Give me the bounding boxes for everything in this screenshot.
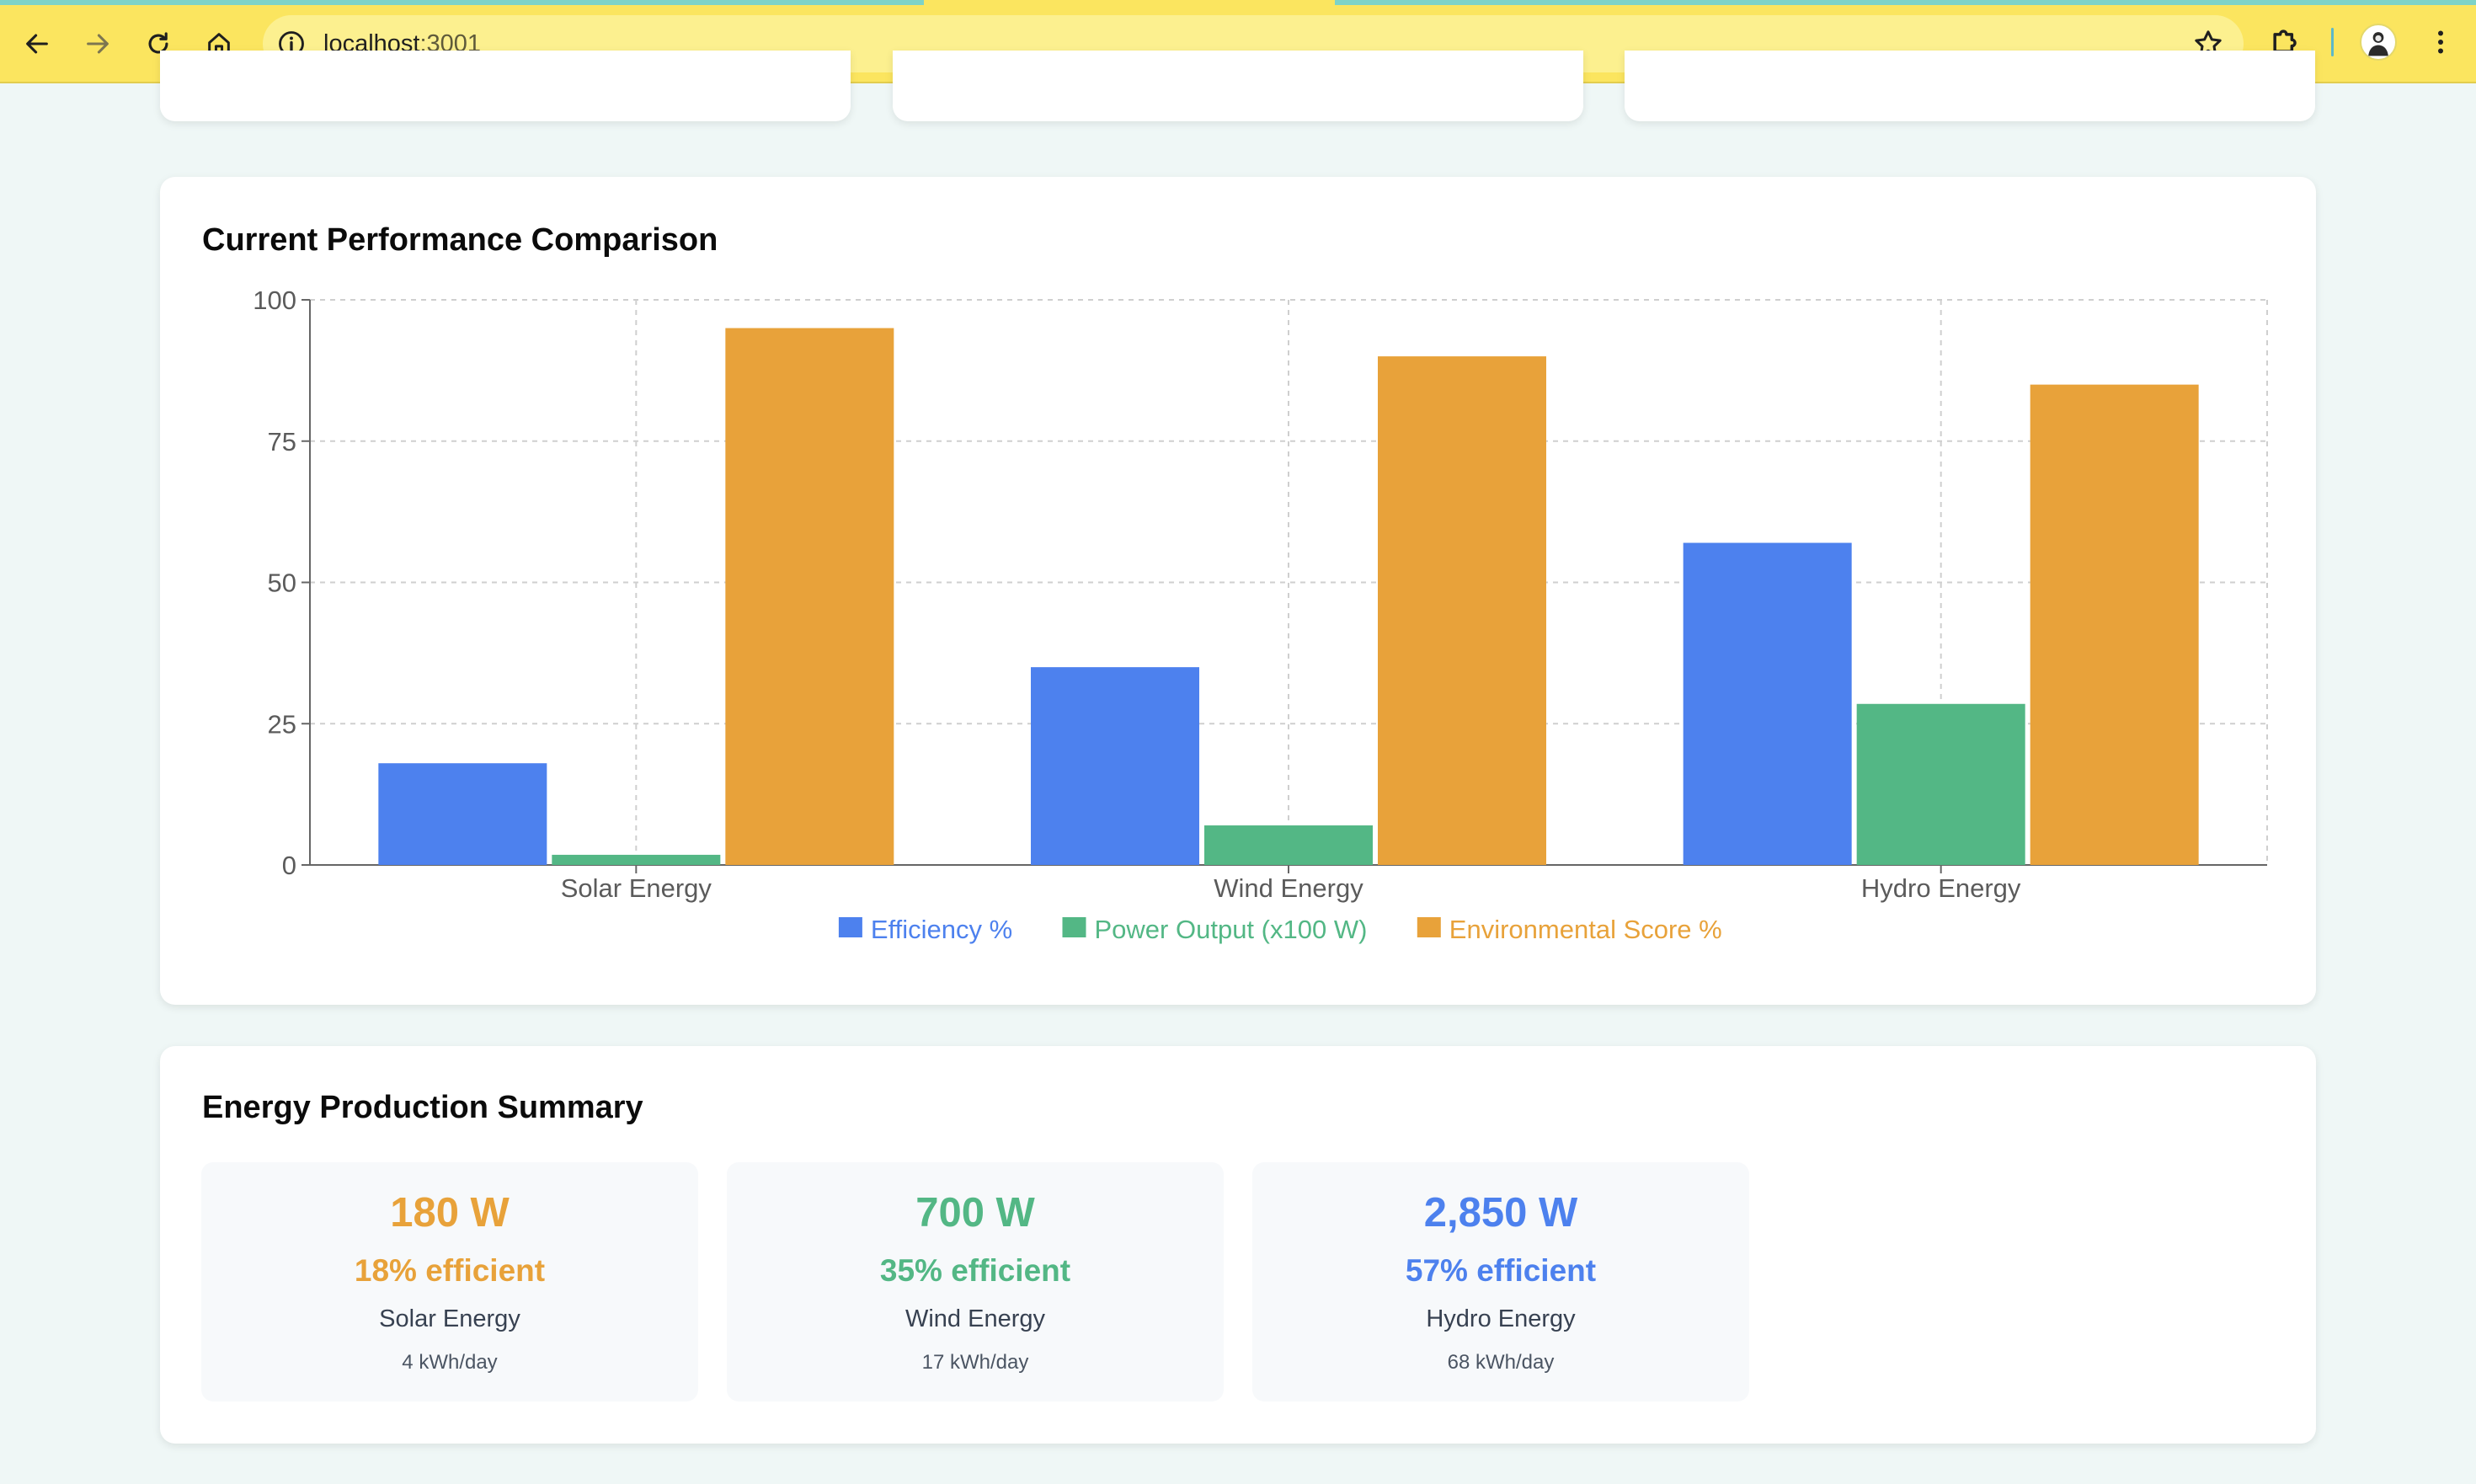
bar-0-1 bbox=[1031, 667, 1199, 865]
x-tick-label: Hydro Energy bbox=[1861, 873, 2021, 903]
bar-1-2 bbox=[1856, 703, 2025, 865]
bar-0-0 bbox=[378, 763, 547, 865]
legend-label-2: Environmental Score % bbox=[1449, 915, 1722, 944]
stat-card-partial bbox=[893, 51, 1583, 121]
profile-avatar-icon bbox=[2368, 32, 2388, 56]
legend-label-1: Power Output (x100 W) bbox=[1095, 915, 1368, 944]
bar-1-0 bbox=[552, 854, 721, 865]
y-tick-label: 100 bbox=[253, 286, 296, 315]
bar-2-2 bbox=[2030, 384, 2199, 865]
y-tick-label: 25 bbox=[268, 709, 296, 739]
bar-1-1 bbox=[1204, 825, 1373, 865]
tab-strip-edge bbox=[0, 0, 924, 5]
summary-daily-output: 17 kWh/day bbox=[921, 1351, 1029, 1374]
tab-strip-edge bbox=[1335, 0, 2476, 5]
summary-power: 700 W bbox=[915, 1190, 1035, 1236]
back-button[interactable] bbox=[13, 20, 61, 67]
legend-label-0: Efficiency % bbox=[871, 915, 1012, 944]
summary-item-solar: 180 W 18% efficient Solar Energy 4 kWh/d… bbox=[201, 1162, 698, 1401]
summary-daily-output: 4 kWh/day bbox=[402, 1351, 498, 1374]
performance-bar-chart: 0 25 50 75 100 Solar Energy Wind Energy Hydro E… bbox=[253, 286, 2268, 944]
summary-item-hydro: 2,850 W 57% efficient Hydro Energy 68 kW… bbox=[1252, 1162, 1749, 1401]
toolbar-divider bbox=[2331, 28, 2334, 56]
y-tick-label: 75 bbox=[268, 427, 296, 456]
summary-efficiency: 18% efficient bbox=[354, 1253, 546, 1288]
summary-source-name: Solar Energy bbox=[379, 1305, 520, 1332]
bar-0-2 bbox=[1683, 542, 1852, 865]
more-menu-icon[interactable] bbox=[2425, 25, 2456, 59]
summary-efficiency: 57% efficient bbox=[1405, 1253, 1597, 1288]
bar-2-0 bbox=[725, 328, 894, 865]
bar-2-1 bbox=[1378, 356, 1546, 866]
back-arrow-icon bbox=[26, 34, 48, 54]
summary-efficiency: 35% efficient bbox=[879, 1253, 1071, 1288]
forward-arrow-icon bbox=[87, 34, 109, 54]
summary-source-name: Wind Energy bbox=[904, 1305, 1045, 1332]
legend-swatch-0 bbox=[838, 917, 862, 937]
y-tick-label: 0 bbox=[282, 851, 296, 880]
stat-card-partial bbox=[160, 51, 851, 121]
stat-card-partial bbox=[1625, 51, 2315, 121]
summary-power: 2,850 W bbox=[1423, 1190, 1578, 1236]
x-tick-label: Wind Energy bbox=[1214, 873, 1363, 903]
summary-item-wind: 700 W 35% efficient Wind Energy 17 kWh/d… bbox=[727, 1162, 1224, 1401]
summary-daily-output: 68 kWh/day bbox=[1447, 1351, 1555, 1374]
profile-avatar[interactable] bbox=[2360, 24, 2397, 61]
performance-comparison-card: Current Performance Comparison 0 25 50 75 10… bbox=[160, 177, 2316, 1005]
forward-button[interactable] bbox=[74, 20, 121, 67]
legend-swatch-1 bbox=[1062, 917, 1086, 937]
x-tick-label: Solar Energy bbox=[561, 873, 712, 903]
y-tick-label: 50 bbox=[268, 569, 296, 598]
summary-source-name: Hydro Energy bbox=[1426, 1305, 1576, 1332]
summary-power: 180 W bbox=[390, 1190, 510, 1236]
legend-swatch-2 bbox=[1417, 917, 1441, 937]
summary-title: Energy Production Summary bbox=[202, 1090, 643, 1125]
